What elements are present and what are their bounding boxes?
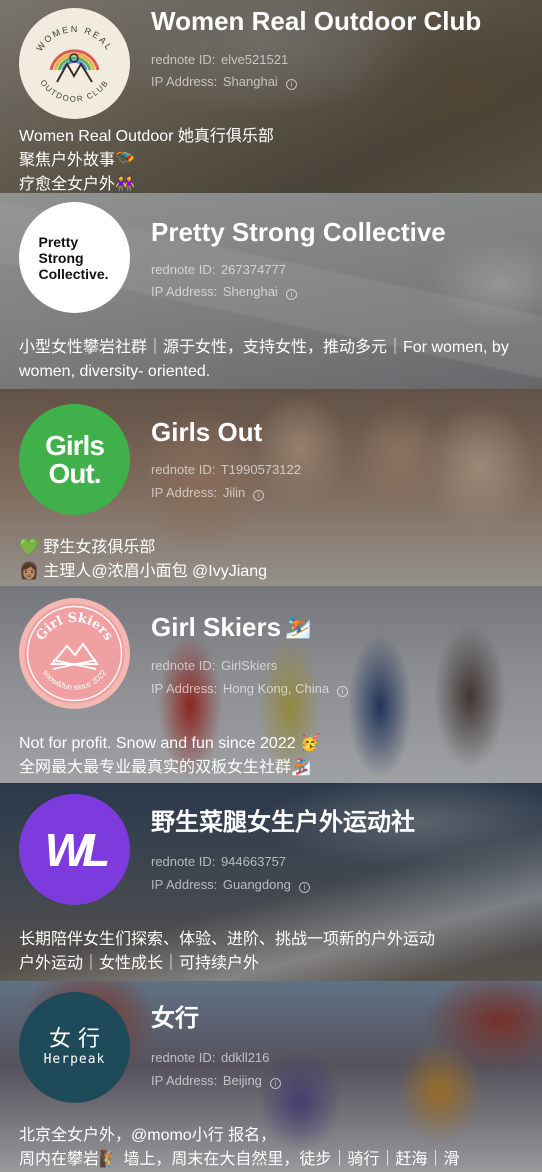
club-card[interactable]: WOMEN REAL OUTDOOR CLUB Women Real Outdo… [0, 0, 542, 193]
info-icon[interactable]: i [285, 289, 297, 300]
svg-text:WOMEN REAL: WOMEN REAL [34, 24, 114, 53]
club-name: 野生菜腿女生户外运动社 [151, 809, 415, 836]
club-id: rednote ID: 267374777 [151, 262, 287, 277]
club-ip: IP Address: Hong Kong, China i [151, 681, 349, 697]
club-bio: Not for profit. Snow and fun since 2022 … [19, 735, 320, 776]
club-bio: 长期陪伴女生们探索、体验、进阶、挑战一项新的户外运动 户外运动｜女性成长｜可持续… [19, 931, 436, 972]
club-ip: IP Address: Jilin i [151, 485, 265, 501]
club-avatar[interactable]: WOMEN REAL OUTDOOR CLUB [19, 8, 130, 119]
club-ip: IP Address: Shenghai i [151, 284, 297, 300]
club-ip: IP Address: Guangdong i [151, 877, 310, 893]
club-card[interactable]: WL 野生菜腿女生户外运动社 rednote ID: 944663757 IP … [0, 783, 542, 981]
girls-out-logo: Girls Out. [45, 429, 105, 489]
club-avatar[interactable]: Girls Out. [19, 404, 130, 515]
info-icon[interactable]: i [337, 686, 349, 697]
club-id: rednote ID: elve521521 [151, 52, 289, 67]
info-icon[interactable]: i [253, 490, 265, 501]
club-bio: Women Real Outdoor 她真行俱乐部 聚焦户外故事🪂 疗愈全女户外… [19, 128, 274, 193]
club-avatar[interactable]: Girl Skiers snow&fun since 2022 [19, 598, 130, 709]
girl-skiers-logo-icon: Girl Skiers snow&fun since 2022 [24, 603, 125, 704]
club-card[interactable]: Pretty Strong Collective. Pretty Strong … [0, 193, 542, 389]
women-real-logo-icon: WOMEN REAL OUTDOOR CLUB [34, 24, 114, 104]
club-id: rednote ID: T1990573122 [151, 462, 301, 477]
club-card[interactable]: Girl Skiers snow&fun since 2022 Girl Ski… [0, 586, 542, 783]
club-id: rednote ID: 944663757 [151, 854, 287, 869]
club-bio: 💚 野生女孩俱乐部 👩🏽 主理人@浓眉小面包 @IvyJiang [19, 539, 267, 580]
club-name: Girls Out [151, 417, 263, 447]
club-avatar[interactable]: Pretty Strong Collective. [19, 202, 130, 313]
pretty-strong-logo: Pretty Strong Collective. [38, 233, 109, 282]
club-name: Girl Skiers ⛷️ [151, 612, 312, 642]
club-bio: 北京全女户外，@momo小行 报名， 周内在攀岩🧗 墙上，周末在大自然里，徒步｜… [19, 1127, 460, 1168]
club-avatar[interactable]: WL [19, 794, 130, 905]
club-card[interactable]: 女 行 Herpeak 女行 rednote ID: ddkll216 IP A… [0, 981, 542, 1172]
club-feed: WOMEN REAL OUTDOOR CLUB Women Real Outdo… [0, 0, 542, 1172]
svg-text:OUTDOOR CLUB: OUTDOOR CLUB [38, 78, 110, 104]
club-name: Pretty Strong Collective [151, 217, 446, 247]
club-id: rednote ID: ddkll216 [151, 1050, 270, 1065]
info-icon[interactable]: i [285, 79, 297, 90]
club-bio: 小型女性攀岩社群｜源于女性，支持女性，推动多元｜For women, by wo… [19, 339, 509, 380]
herpeak-logo: 女 行 Herpeak [43, 1027, 106, 1068]
club-name: 女行 [151, 1005, 199, 1032]
info-icon[interactable]: i [298, 882, 310, 893]
club-name: Women Real Outdoor Club [151, 6, 482, 36]
club-id: rednote ID: GirlSkiers [151, 658, 278, 673]
wl-logo: WL [44, 823, 110, 876]
club-card[interactable]: Girls Out. Girls Out rednote ID: T199057… [0, 389, 542, 586]
club-ip: IP Address: Shanghai i [151, 74, 297, 90]
club-avatar[interactable]: 女 行 Herpeak [19, 992, 130, 1103]
info-icon[interactable]: i [269, 1078, 281, 1089]
club-ip: IP Address: Beijing i [151, 1073, 281, 1089]
